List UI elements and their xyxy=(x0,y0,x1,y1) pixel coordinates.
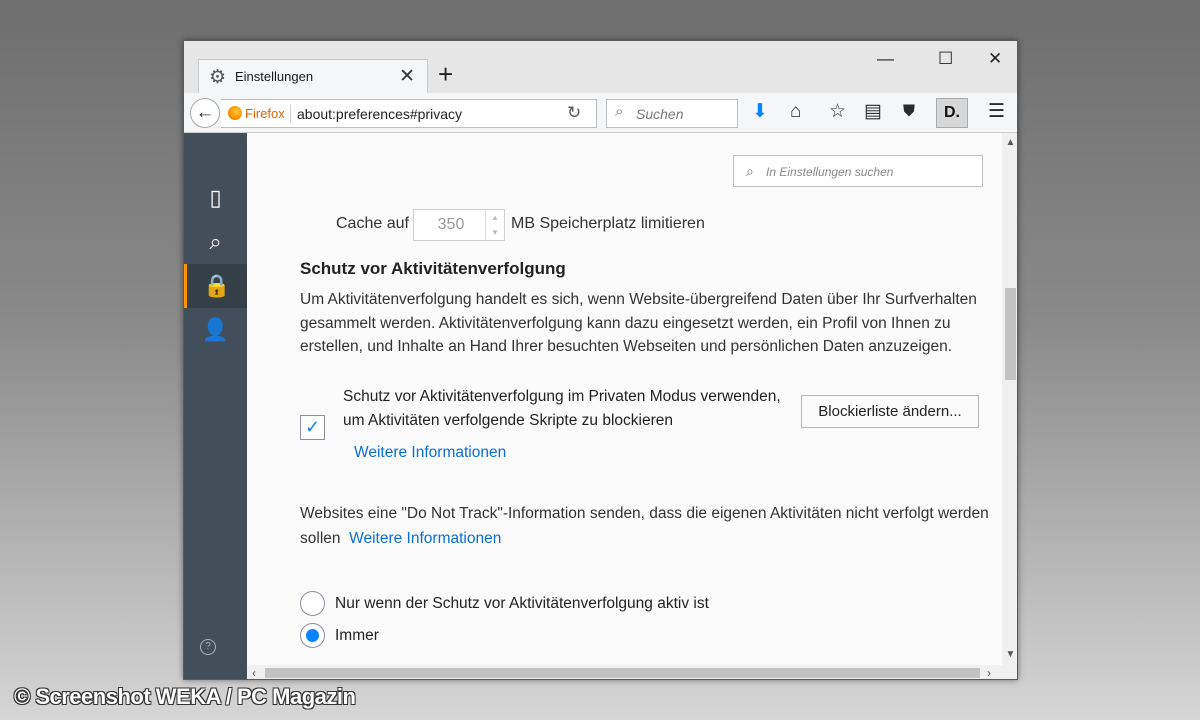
tab-title: Einstellungen xyxy=(235,69,314,84)
cache-label: Cache auf xyxy=(336,215,409,232)
browser-window: ⚙ Einstellungen ✕ + — ☐ ✕ ← Firefox abou… xyxy=(183,40,1018,680)
close-window-button[interactable]: ✕ xyxy=(988,49,1002,69)
sidebar-item-privacy[interactable]: 🔒 xyxy=(184,264,247,308)
copyright-watermark: © Screenshot WEKA / PC Magazin xyxy=(14,684,356,709)
tab-preferences[interactable]: ⚙ Einstellungen ✕ xyxy=(198,59,428,94)
account-icon: 👤 xyxy=(201,317,230,342)
url-separator xyxy=(290,105,291,123)
preferences-content: ⌕ In Einstellungen suchen Cache auf 350 … xyxy=(247,133,1002,665)
profile-badge[interactable]: D. xyxy=(936,98,968,128)
general-icon: ▯ xyxy=(209,185,222,210)
search-icon: ⌕ xyxy=(209,229,222,254)
minimize-button[interactable]: — xyxy=(877,49,894,69)
ublock-shield-icon[interactable]: ⛊ xyxy=(903,101,915,123)
gear-icon: ⚙ xyxy=(209,67,227,88)
library-icon[interactable]: ▤ xyxy=(864,101,882,123)
firefox-logo-icon xyxy=(228,106,242,120)
search-icon: ⌕ xyxy=(746,163,754,179)
checkmark-icon: ✓ xyxy=(304,417,321,437)
search-icon: ⌕ xyxy=(615,103,624,120)
scroll-down-icon[interactable]: ▼ xyxy=(1002,649,1017,660)
scroll-right-icon[interactable]: › xyxy=(987,665,991,679)
sidebar-item-account[interactable]: 👤 xyxy=(184,308,247,352)
dnt-radio-only-tracking-label: Nur wenn der Schutz vor Aktivitätenverfo… xyxy=(335,595,709,612)
dnt-radio-only-tracking[interactable] xyxy=(300,591,325,616)
dnt-radio-always-label: Immer xyxy=(335,627,379,644)
dnt-more-info-link[interactable]: Weitere Informationen xyxy=(349,530,501,547)
tracking-protection-heading: Schutz vor Aktivitätenverfolgung xyxy=(300,259,566,278)
preferences-search-placeholder: In Einstellungen suchen xyxy=(766,165,894,179)
url-text[interactable]: about:preferences#privacy xyxy=(297,106,462,122)
privacy-lock-icon: 🔒 xyxy=(203,273,231,298)
reload-icon[interactable]: ↻ xyxy=(567,103,581,123)
close-tab-icon[interactable]: ✕ xyxy=(399,65,415,88)
help-icon[interactable]: ? xyxy=(200,639,216,655)
home-icon[interactable]: ⌂ xyxy=(790,101,801,123)
url-bar[interactable]: Firefox about:preferences#privacy ↻ xyxy=(221,99,597,128)
scroll-left-icon[interactable]: ‹ xyxy=(252,665,256,679)
download-icon[interactable]: ⬇ xyxy=(752,101,768,123)
sidebar-item-search[interactable]: ⌕ xyxy=(184,220,247,264)
preferences-sidebar: ▯ ⌕ 🔒 👤 ? xyxy=(184,133,247,679)
scroll-up-icon[interactable]: ▲ xyxy=(1002,137,1017,148)
hamburger-menu-icon[interactable]: ☰ xyxy=(988,101,1005,123)
cache-size-input[interactable]: 350 ▲ ▼ xyxy=(413,209,505,241)
tracking-protection-checkbox[interactable]: ✓ xyxy=(300,415,325,440)
do-not-track-description: Websites eine "Do Not Track"-Information… xyxy=(300,501,990,551)
maximize-button[interactable]: ☐ xyxy=(938,49,953,69)
back-button[interactable]: ← xyxy=(190,98,220,128)
tracking-more-info-link[interactable]: Weitere Informationen xyxy=(354,444,506,462)
tracking-protection-checkbox-label: Schutz vor Aktivitätenverfolgung im Priv… xyxy=(343,388,781,429)
horizontal-scroll-thumb[interactable] xyxy=(265,668,980,678)
title-bar: ⚙ Einstellungen ✕ + — ☐ ✕ xyxy=(184,41,1017,94)
search-bar[interactable]: ⌕ Suchen xyxy=(606,99,738,128)
cache-size-stepper[interactable]: ▲ ▼ xyxy=(485,210,504,240)
change-block-list-button[interactable]: Blockierliste ändern... xyxy=(801,395,979,428)
identity-label: Firefox xyxy=(245,106,285,121)
cache-unit-label: MB Speicherplatz limitieren xyxy=(511,215,705,232)
search-placeholder: Suchen xyxy=(636,106,684,122)
new-tab-button[interactable]: + xyxy=(438,61,453,87)
preferences-search-input[interactable]: ⌕ In Einstellungen suchen xyxy=(733,155,983,187)
scrollbar-corner xyxy=(1002,665,1017,679)
bookmark-star-icon[interactable]: ☆ xyxy=(829,101,846,123)
cache-size-value: 350 xyxy=(437,216,465,233)
sidebar-item-general[interactable]: ▯ xyxy=(184,176,247,220)
vertical-scroll-thumb[interactable] xyxy=(1005,288,1016,380)
vertical-scrollbar[interactable]: ▲ ▼ xyxy=(1002,133,1017,665)
dnt-radio-always[interactable] xyxy=(300,623,325,648)
nav-toolbar: ← Firefox about:preferences#privacy ↻ ⌕ … xyxy=(184,93,1017,133)
tracking-protection-description: Um Aktivitätenverfolgung handelt es sich… xyxy=(300,291,977,355)
horizontal-scrollbar[interactable]: ‹ › xyxy=(247,665,1002,679)
